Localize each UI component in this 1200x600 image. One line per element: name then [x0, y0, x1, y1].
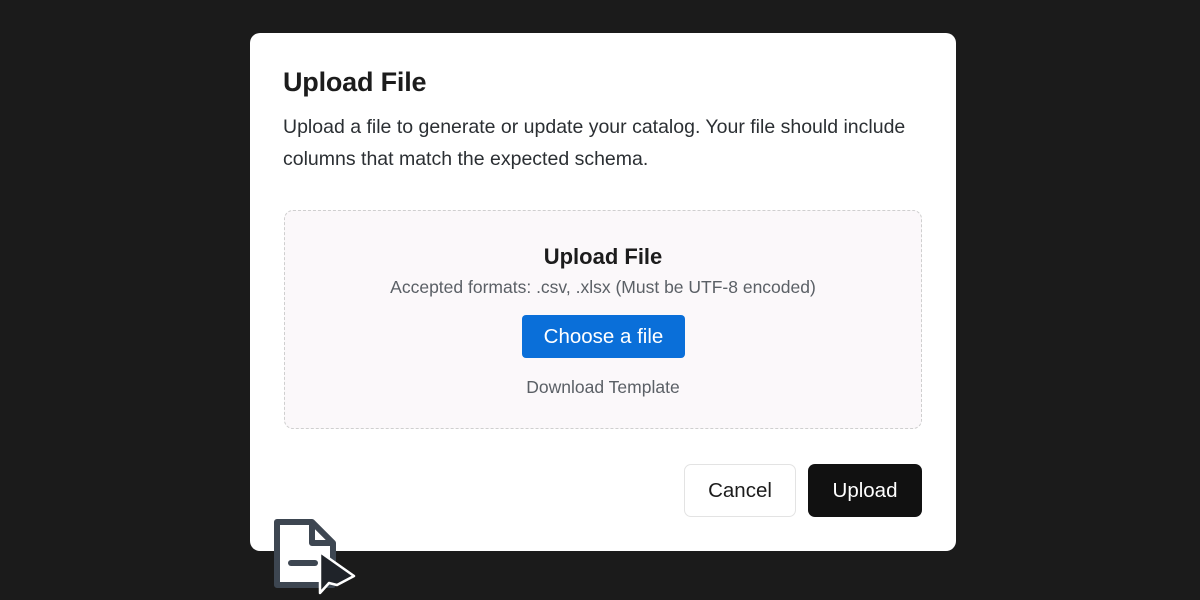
- dropzone-title: Upload File: [543, 244, 663, 269]
- cursor-arrow-icon: [318, 550, 356, 595]
- accepted-formats-text: Accepted formats: .csv, .xlsx (Must be U…: [390, 277, 816, 297]
- upload-button[interactable]: Upload: [808, 464, 922, 517]
- download-template-link[interactable]: Download Template: [285, 377, 921, 398]
- upload-dialog: Upload File Upload a file to generate or…: [250, 33, 956, 551]
- file-dropzone[interactable]: Upload File Accepted formats: .csv, .xls…: [284, 210, 922, 429]
- choose-file-button[interactable]: Choose a file: [522, 315, 685, 358]
- dialog-description: Upload a file to generate or update your…: [283, 116, 906, 170]
- drag-overlay: [274, 519, 356, 595]
- dialog-title: Upload File: [283, 67, 427, 97]
- cancel-button[interactable]: Cancel: [684, 464, 796, 517]
